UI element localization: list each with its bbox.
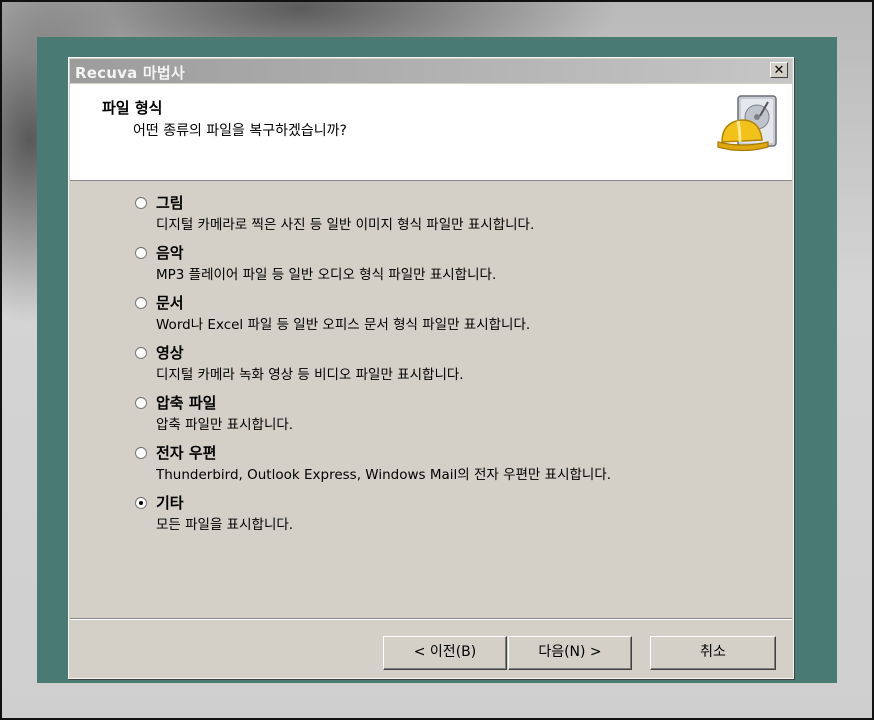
option-label: 음악 [156,244,184,262]
radio-music[interactable] [135,247,147,259]
radio-compressed[interactable] [135,397,147,409]
title-bar[interactable]: Recuva 마법사 ✕ [70,59,792,83]
option-label: 문서 [156,294,184,312]
option-label: 기타 [156,494,184,512]
option-label: 그림 [156,194,184,212]
option-picture[interactable]: 그림 디지털 카메라로 찍은 사진 등 일반 이미지 형식 파일만 표시합니다. [129,192,729,238]
recuva-wizard-dialog: Recuva 마법사 ✕ 파일 형식 어떤 종류의 파일을 복구하겠습니까? 그… [68,57,794,679]
option-compressed[interactable]: 압축 파일 압축 파일만 표시합니다. [129,392,729,438]
next-button[interactable]: 다음(N) > [508,636,632,670]
back-button[interactable]: < 이전(B) [383,636,507,670]
option-description: 모든 파일을 표시합니다. [156,517,294,533]
close-button[interactable]: ✕ [770,62,788,78]
radio-document[interactable] [135,297,147,309]
radio-video[interactable] [135,347,147,359]
page-title: 파일 형식 [102,99,163,117]
page-subtitle: 어떤 종류의 파일을 복구하겠습니까? [133,123,347,139]
option-other[interactable]: 기타 모든 파일을 표시합니다. [129,492,729,538]
option-description: Word나 Excel 파일 등 일반 오피스 문서 형식 파일만 표시합니다. [156,317,531,333]
option-label: 영상 [156,344,184,362]
wizard-header: 파일 형식 어떤 종류의 파일을 복구하겠습니까? [70,84,792,181]
radio-other[interactable] [135,497,147,509]
button-separator [70,618,792,620]
option-description: 압축 파일만 표시합니다. [156,417,294,433]
option-video[interactable]: 영상 디지털 카메라 녹화 영상 등 비디오 파일만 표시합니다. [129,342,729,388]
window-title: Recuva 마법사 [75,64,185,82]
option-music[interactable]: 음악 MP3 플레이어 파일 등 일반 오디오 형식 파일만 표시합니다. [129,242,729,288]
harddrive-hardhat-icon [717,95,777,152]
option-email[interactable]: 전자 우편 Thunderbird, Outlook Express, Wind… [129,442,729,488]
option-label: 압축 파일 [156,394,217,412]
radio-email[interactable] [135,447,147,459]
option-document[interactable]: 문서 Word나 Excel 파일 등 일반 오피스 문서 형식 파일만 표시합… [129,292,729,338]
cancel-button[interactable]: 취소 [650,636,776,670]
option-description: Thunderbird, Outlook Express, Windows Ma… [156,467,612,483]
option-description: MP3 플레이어 파일 등 일반 오디오 형식 파일만 표시합니다. [156,267,497,283]
option-description: 디지털 카메라로 찍은 사진 등 일반 이미지 형식 파일만 표시합니다. [156,217,535,233]
option-label: 전자 우편 [156,444,217,462]
option-description: 디지털 카메라 녹화 영상 등 비디오 파일만 표시합니다. [156,367,464,383]
radio-picture[interactable] [135,197,147,209]
